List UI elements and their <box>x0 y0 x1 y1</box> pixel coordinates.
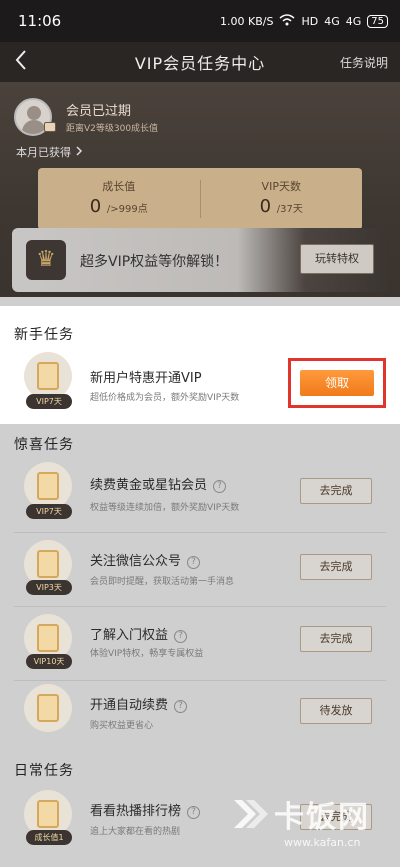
section-title-daily: 日常任务 <box>14 763 74 779</box>
divider <box>14 606 386 607</box>
vip-days-stat: VIP天数 0 /37天 <box>259 180 303 217</box>
task-reward-tag: VIP10天 <box>26 654 72 669</box>
clock: 11:06 <box>18 12 62 30</box>
divider <box>14 532 386 533</box>
watermark-url: www.kafan.cn <box>284 836 361 849</box>
divider <box>14 680 386 681</box>
level-badge-icon <box>44 122 56 132</box>
task-desc: 追上大家都在看的热剧 <box>90 827 181 837</box>
section-title-newbie: 新手任务 <box>14 327 74 343</box>
battery-icon: 75 <box>367 14 388 28</box>
help-icon[interactable]: ? <box>187 556 201 569</box>
task-reward-tag: VIP7天 <box>26 394 72 409</box>
watermark: 卡饭网 www.kafan.cn <box>228 790 398 860</box>
task-title: 开通自动续费? <box>90 694 188 713</box>
task-reward-tag: VIP7天 <box>26 504 72 519</box>
signal-1: 4G <box>324 14 340 28</box>
kafan-logo-icon <box>234 800 268 828</box>
task-title: 新用户特惠开通VIP <box>90 371 202 386</box>
watermark-text: 卡饭网 <box>274 800 370 835</box>
complete-button[interactable]: 去完成 <box>300 478 372 504</box>
pending-button[interactable]: 待发放 <box>300 698 372 724</box>
signal-2: 4G <box>345 14 362 28</box>
status-icons: 1.00 KB/S HD 4G 4G 75 <box>220 13 388 29</box>
vip-benefits-banner: ♛ 超多VIP权益等你解锁！ 玩转特权 <box>12 228 388 292</box>
task-title: 看看热播排行榜? <box>90 800 201 819</box>
task-reward-tag: VIP3天 <box>26 580 72 595</box>
wifi-icon <box>279 13 295 29</box>
status-bar: 11:06 1.00 KB/S HD 4G 4G 75 <box>0 0 400 42</box>
task-title: 续费黄金或星钻会员? <box>90 474 227 493</box>
help-icon[interactable]: ? <box>174 700 188 713</box>
task-desc: 权益等级连续加倍，额外奖励VIP天数 <box>90 503 240 513</box>
level-progress-text: 距离V2等级300成长值 <box>66 124 159 134</box>
complete-button[interactable]: 去完成 <box>300 626 372 652</box>
play-privileges-button[interactable]: 玩转特权 <box>300 244 374 274</box>
crown-icon: ♛ <box>26 240 66 280</box>
phone-vip-icon <box>24 352 72 400</box>
member-status: 会员已过期 <box>66 104 132 119</box>
task-title: 了解入门权益? <box>90 624 188 643</box>
task-help-link[interactable]: 任务说明 <box>340 54 388 71</box>
task-desc: 会员即时提醒，获取活动第一手消息 <box>90 577 235 587</box>
claim-highlight-box: 领取 <box>288 358 386 408</box>
task-reward-tag: 成长值1 <box>26 830 72 845</box>
net-speed: 1.00 KB/S <box>220 14 274 28</box>
nav-bar: VIP会员任务中心 任务说明 <box>0 42 400 82</box>
stats-card: 成长值 0 />999点 VIP天数 0 /37天 <box>38 168 362 230</box>
help-icon[interactable]: ? <box>174 630 188 643</box>
hd-icon: HD <box>301 14 319 28</box>
task-desc: 购买权益更省心 <box>90 721 154 731</box>
claim-button[interactable]: 领取 <box>300 370 374 396</box>
task-desc: 体验VIP特权，畅享专属权益 <box>90 649 204 659</box>
auto-renew-icon <box>24 684 72 732</box>
help-icon[interactable]: ? <box>213 480 227 493</box>
task-title: 关注微信公众号? <box>90 550 201 569</box>
month-gained-link[interactable]: 本月已获得 <box>16 144 83 160</box>
task-desc: 超低价格成为会员，额外奖励VIP天数 <box>90 393 240 403</box>
chevron-right-icon <box>75 146 83 159</box>
renew-icon <box>24 462 72 510</box>
section-title-fun: 惊喜任务 <box>14 437 74 453</box>
growth-stat: 成长值 0 />999点 <box>89 180 148 217</box>
vip-banner-text: 超多VIP权益等你解锁！ <box>80 254 229 270</box>
help-icon[interactable]: ? <box>187 806 201 819</box>
complete-button[interactable]: 去完成 <box>300 554 372 580</box>
